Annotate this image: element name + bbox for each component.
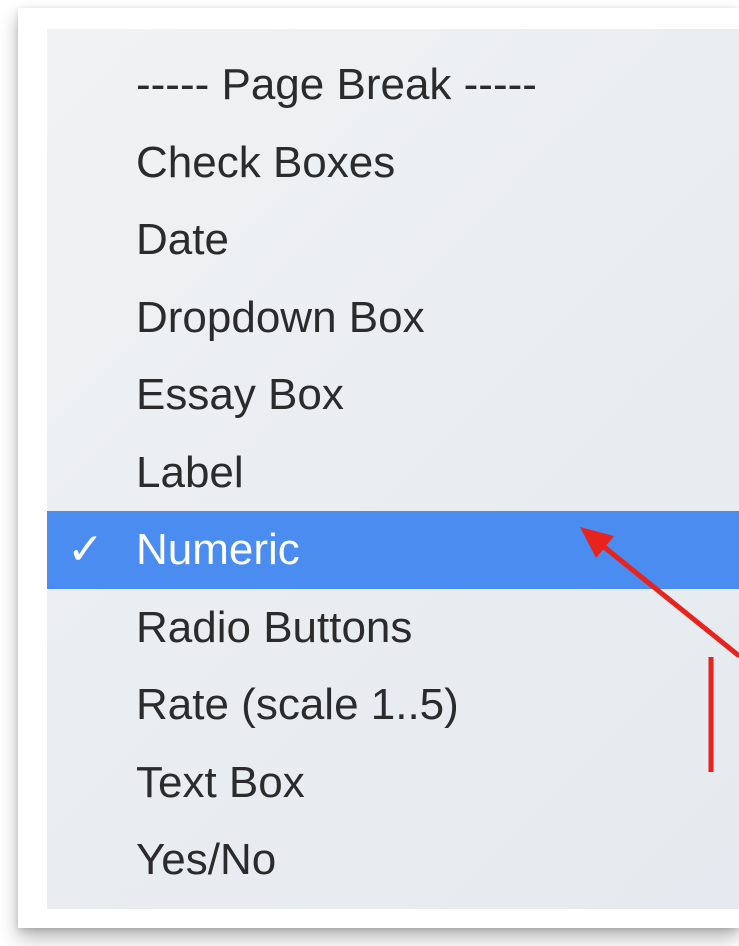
menu-item-label: Dropdown Box: [136, 292, 425, 342]
menu-list: ----- Page Break ----- Check Boxes Date …: [47, 46, 739, 899]
menu-item-label: Essay Box: [136, 370, 344, 419]
menu-item-label: Yes/No: [136, 835, 277, 884]
menu-item-date[interactable]: Date: [47, 201, 739, 279]
menu-item-numeric[interactable]: ✓ Numeric: [47, 511, 739, 589]
menu-item-label: ----- Page Break -----: [136, 60, 537, 109]
menu-item-yes-no[interactable]: Yes/No: [47, 821, 739, 899]
menu-item-label: Check Boxes: [136, 137, 396, 187]
menu-item-rate-scale[interactable]: Rate (scale 1..5): [47, 666, 739, 744]
menu-item-essay-box[interactable]: Essay Box: [47, 356, 739, 434]
menu-item-label: Numeric: [136, 525, 300, 574]
menu-item-label: Label: [136, 447, 244, 497]
menu-item-dropdown-box[interactable]: Dropdown Box: [47, 279, 739, 357]
menu-item-label-field[interactable]: Label: [47, 434, 739, 512]
field-type-dropdown-menu: ----- Page Break ----- Check Boxes Date …: [47, 29, 739, 909]
menu-item-radio-buttons[interactable]: Radio Buttons: [47, 589, 739, 667]
menu-item-label: Date: [136, 215, 229, 264]
menu-item-page-break[interactable]: ----- Page Break -----: [47, 46, 739, 124]
menu-item-check-boxes[interactable]: Check Boxes: [47, 124, 739, 202]
menu-item-label: Rate (scale 1..5): [136, 680, 459, 729]
checkmark-icon: ✓: [67, 524, 104, 575]
menu-item-label: Radio Buttons: [136, 602, 413, 652]
menu-item-label: Text Box: [136, 757, 305, 807]
menu-item-text-box[interactable]: Text Box: [47, 744, 739, 822]
